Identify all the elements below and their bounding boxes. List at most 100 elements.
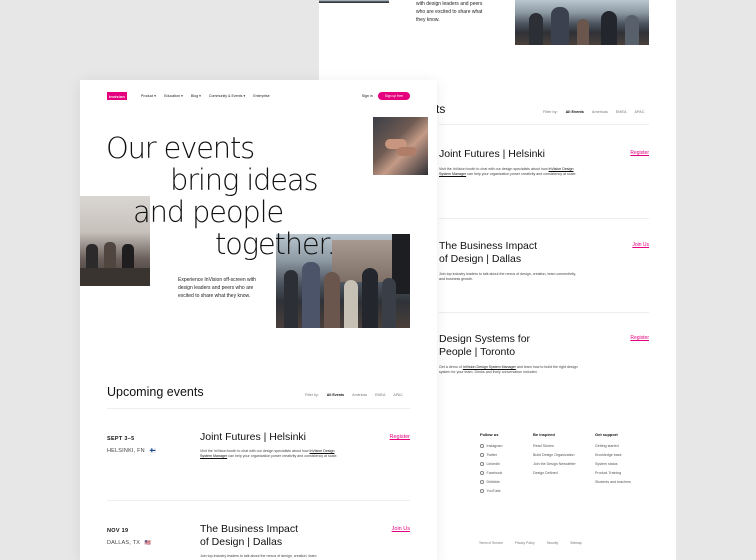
footer-linkedin-link[interactable]: LinkedIn xyxy=(480,462,502,466)
footer-youtube-link[interactable]: YouTube xyxy=(480,489,502,493)
divider xyxy=(439,218,649,219)
event-title: The Business Impact of Design | Dallas xyxy=(200,523,299,548)
nav-links: Product ▾ Education ▾ Blog ▾ Community &… xyxy=(141,94,270,98)
event-location: HELSINKI, FN 🇫🇮 xyxy=(107,448,157,454)
event-location: DALLAS, TX 🇺🇸 xyxy=(107,540,152,546)
event-date: SEPT 3–5 xyxy=(107,436,135,442)
footer-twitter-link[interactable]: Twitter xyxy=(480,453,502,457)
filter-emea[interactable]: EMEA xyxy=(616,110,627,114)
divider xyxy=(107,408,410,409)
hero-description: Experience InVision off-screen with desi… xyxy=(178,277,256,299)
event-title: The Business Impact of Design | Dallas xyxy=(439,240,538,265)
footer-dribbble-link[interactable]: Dribbble xyxy=(480,480,502,484)
nav-enterprise[interactable]: Enterprise xyxy=(253,94,269,98)
event-title: Design Systems for People | Toronto xyxy=(439,333,531,358)
join-us-link[interactable]: Join Us xyxy=(632,242,649,248)
nav-community-events[interactable]: Community & Events ▾ xyxy=(209,94,245,98)
event-date: NOV 19 xyxy=(107,528,129,534)
footer-link[interactable]: Students and teachers xyxy=(595,480,631,484)
back-intro-text: with design leaders and peers who are ex… xyxy=(416,0,496,24)
footer-follow: Follow us Instagram Twitter LinkedIn Fac… xyxy=(480,432,502,498)
page-front: invision Product ▾ Education ▾ Blog ▾ Co… xyxy=(80,80,437,560)
footer-support: Get support Getting started Knowledge ba… xyxy=(595,432,631,489)
section-title-fragment: ts xyxy=(436,102,446,116)
nav-actions: Sign in Sign up free xyxy=(362,92,410,100)
footer-facebook-link[interactable]: Facebook xyxy=(480,471,502,475)
filter-label: Filter by: xyxy=(543,110,558,114)
event-description: Visit the InVision booth to chat with ou… xyxy=(200,449,338,458)
intro-line: with design leaders and peers xyxy=(416,1,483,7)
filter-all-events[interactable]: All Events xyxy=(566,110,584,114)
filter-americas[interactable]: Americas xyxy=(592,110,608,114)
hero-line-1: Our events xyxy=(106,131,255,165)
intro-line: who are excited to share what xyxy=(416,9,483,15)
back-filter: Filter by: All Events Americas EMEA APAC xyxy=(543,110,645,114)
event-title: Joint Futures | Helsinki xyxy=(439,148,546,160)
linkedin-icon xyxy=(480,462,484,466)
event-description: Join top industry leaders to talk about … xyxy=(439,272,576,281)
back-event-toronto: Design Systems for People | Toronto Get a… xyxy=(439,333,649,375)
footer-link[interactable]: Build Design Organization xyxy=(533,453,576,457)
youtube-icon xyxy=(480,489,484,493)
register-link[interactable]: Register xyxy=(390,434,410,440)
back-event-dallas: The Business Impact of Design | Dallas Jo… xyxy=(439,240,649,282)
footer-link[interactable]: Read Stories xyxy=(533,444,576,448)
divider xyxy=(439,124,649,125)
register-link[interactable]: Register xyxy=(630,335,649,341)
sign-up-button[interactable]: Sign up free xyxy=(377,92,410,100)
footer-heading: Be inspired xyxy=(533,432,555,437)
filter-apac[interactable]: APAC xyxy=(635,110,645,114)
divider xyxy=(107,500,410,501)
sign-in-link[interactable]: Sign in xyxy=(362,94,373,98)
footer-instagram-link[interactable]: Instagram xyxy=(480,444,502,448)
divider xyxy=(439,312,649,313)
back-event-helsinki: Joint Futures | Helsinki Visit the InVis… xyxy=(439,148,649,177)
photo-hands xyxy=(373,117,428,175)
legal-link[interactable]: Sitemap xyxy=(570,541,582,545)
facebook-icon xyxy=(480,471,484,475)
hero-line-2: bring ideas xyxy=(170,163,319,197)
instagram-icon xyxy=(480,444,484,448)
top-nav: invision Product ▾ Education ▾ Blog ▾ Co… xyxy=(107,90,410,102)
footer-heading: Follow us xyxy=(480,432,499,437)
legal-link[interactable]: Terms of Service xyxy=(479,541,503,545)
footer-link[interactable]: Join the Design Newsletter xyxy=(533,462,576,466)
footer-link[interactable]: Getting started xyxy=(595,444,631,448)
event-description: Get a demo of InVision Design System Man… xyxy=(439,365,578,374)
dribbble-icon xyxy=(480,480,484,484)
twitter-icon xyxy=(480,453,484,457)
footer-link[interactable]: System status xyxy=(595,462,631,466)
photo-crowd-top-left xyxy=(319,0,389,3)
legal-link[interactable]: Security xyxy=(547,541,559,545)
event-description: Visit the InVision booth to chat with ou… xyxy=(439,167,577,176)
photo-networking-back xyxy=(515,0,649,45)
intro-line: they know. xyxy=(416,17,440,23)
register-link[interactable]: Register xyxy=(630,150,649,156)
join-us-link[interactable]: Join Us xyxy=(392,526,410,532)
footer-heading: Get support xyxy=(595,432,618,437)
upcoming-events-title: Upcoming events xyxy=(107,385,204,399)
footer-legal: Terms of Service Privacy Policy Security… xyxy=(479,541,582,545)
filter-all-events[interactable]: All Events xyxy=(327,393,344,397)
finland-flag-icon: 🇫🇮 xyxy=(149,448,157,454)
footer-inspired: Be inspired Read Stories Build Design Or… xyxy=(533,432,576,480)
event-title: Joint Futures | Helsinki xyxy=(200,431,307,443)
dsm-link[interactable]: InVision Design System Manager xyxy=(463,365,516,369)
hero-line-4: together. xyxy=(215,227,336,261)
filter-apac[interactable]: APAC xyxy=(393,393,403,397)
footer-link[interactable]: Design Defined xyxy=(533,471,576,475)
invision-logo[interactable]: invision xyxy=(107,92,127,100)
filter-emea[interactable]: EMEA xyxy=(375,393,385,397)
us-flag-icon: 🇺🇸 xyxy=(144,540,152,546)
nav-blog[interactable]: Blog ▾ xyxy=(191,94,201,98)
legal-link[interactable]: Privacy Policy xyxy=(515,541,535,545)
filter-label: Filter by: xyxy=(305,393,319,397)
footer-link[interactable]: Knowledge base xyxy=(595,453,631,457)
hero-line-3: and people xyxy=(133,195,284,229)
event-description: Join top industry leaders to talk about … xyxy=(200,554,317,558)
nav-education[interactable]: Education ▾ xyxy=(164,94,183,98)
event-filter: Filter by: All Events Americas EMEA APAC xyxy=(305,393,403,397)
footer-link[interactable]: Product Training xyxy=(595,471,631,475)
nav-product[interactable]: Product ▾ xyxy=(141,94,156,98)
filter-americas[interactable]: Americas xyxy=(352,393,367,397)
